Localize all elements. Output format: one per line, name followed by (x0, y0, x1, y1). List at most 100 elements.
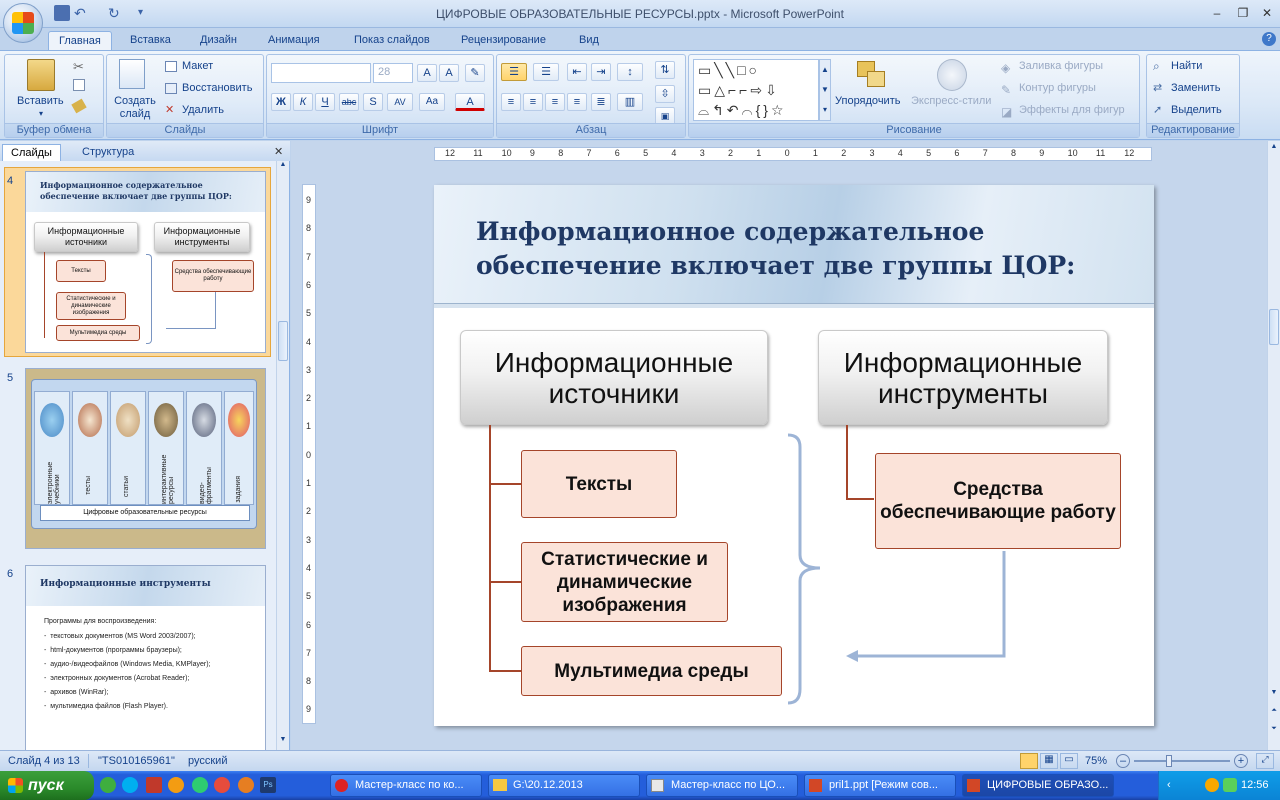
format-painter-icon[interactable] (71, 98, 87, 114)
skype-icon[interactable] (122, 777, 138, 793)
tab-insert[interactable]: Вставка (120, 31, 181, 50)
normal-view-icon[interactable] (1020, 753, 1038, 769)
right-header-box[interactable]: Информационные инструменты (818, 330, 1108, 425)
delete-button[interactable]: Удалить (182, 104, 224, 116)
arrange-button[interactable]: Упорядочить (835, 95, 900, 107)
decrease-indent-icon[interactable]: ⇤ (567, 63, 587, 81)
clock[interactable]: 12:56 (1241, 779, 1269, 791)
tab-slides-panel[interactable]: Слайды (2, 144, 61, 161)
help-icon[interactable]: ? (1262, 32, 1276, 46)
item-multimedia[interactable]: Мультимедиа среды (521, 646, 782, 696)
prev-slide-icon[interactable]: ⏶ (1269, 707, 1279, 715)
paste-icon[interactable] (27, 59, 55, 91)
increase-indent-icon[interactable]: ⇥ (591, 63, 611, 81)
tray-app-icon[interactable] (1205, 778, 1219, 792)
tab-slideshow[interactable]: Показ слайдов (344, 31, 440, 50)
tab-animation[interactable]: Анимация (258, 31, 330, 50)
numbering-icon[interactable]: ☰ (533, 63, 559, 81)
shapes-more-icon[interactable]: ▲ ▼ ▾ (819, 59, 831, 121)
shapes-gallery[interactable]: ▭╲╲□○ ▭△⌐⌐⇨⇩ ⌓↰↶⌒{}☆ (693, 59, 819, 121)
text-direction-icon[interactable]: ⇅ (655, 61, 675, 79)
copy-icon[interactable] (73, 79, 85, 91)
slide-thumbnail-6[interactable]: Информационные инструменты Программы для… (25, 565, 266, 750)
zoom-slider-thumb[interactable] (1166, 755, 1172, 767)
font-name-input[interactable] (271, 63, 371, 83)
grow-font-icon[interactable]: A (417, 64, 437, 82)
tab-view[interactable]: Вид (569, 31, 609, 50)
char-spacing-icon[interactable]: AV (387, 93, 413, 111)
columns-icon[interactable]: ▥ (617, 93, 643, 111)
line-spacing-icon[interactable]: ↕ (617, 63, 643, 81)
zoom-slider[interactable] (1134, 760, 1230, 762)
clear-format-icon[interactable]: ✎ (465, 64, 485, 82)
tab-design[interactable]: Дизайн (190, 31, 247, 50)
bold-icon[interactable]: Ж (271, 93, 291, 111)
quick-styles-button[interactable]: Экспресс-стили (911, 95, 991, 107)
left-header-box[interactable]: Информационные источники (460, 330, 768, 425)
thumbnails-scrollbar[interactable]: ▲ ▼ (276, 161, 289, 751)
app-icon[interactable] (192, 777, 208, 793)
replace-button[interactable]: Заменить (1171, 82, 1220, 94)
shape-outline-button[interactable]: Контур фигуры (1019, 82, 1096, 94)
quicklaunch-icon[interactable] (100, 777, 116, 793)
tray-expand-icon[interactable]: ‹ (1167, 779, 1171, 791)
italic-icon[interactable]: К (293, 93, 313, 111)
scroll-up-icon[interactable]: ▲ (278, 161, 288, 173)
next-slide-icon[interactable]: ⏷ (1269, 725, 1279, 733)
strikethrough-icon[interactable]: abc (339, 93, 359, 111)
office-button[interactable] (3, 3, 43, 43)
language[interactable]: русский (188, 755, 227, 767)
new-slide-icon[interactable] (119, 59, 145, 89)
new-slide-button[interactable]: Создать слайд (113, 95, 157, 121)
align-center-icon[interactable]: ≡ (523, 93, 543, 111)
tab-outline-panel[interactable]: Структура (74, 144, 142, 161)
scroll-down-icon[interactable]: ▼ (278, 736, 288, 748)
tab-home[interactable]: Главная (48, 31, 112, 50)
sorter-view-icon[interactable]: ▦ (1040, 753, 1058, 769)
panel-close-icon[interactable]: ✕ (274, 145, 283, 158)
minimize-icon[interactable]: – (1206, 4, 1228, 22)
zoom-in-icon[interactable]: + (1234, 754, 1248, 768)
shape-effects-button[interactable]: Эффекты для фигур (1019, 104, 1125, 116)
align-right-icon[interactable]: ≡ (545, 93, 565, 111)
scroll-thumb[interactable] (278, 321, 288, 361)
photoshop-icon[interactable]: Ps (260, 777, 276, 793)
taskbar-item[interactable]: Мастер-класс по ЦО... (646, 774, 798, 797)
taskbar-item[interactable]: pril1.ppt [Режим сов... (804, 774, 956, 797)
save-app-icon[interactable] (146, 777, 162, 793)
theme-name[interactable]: "TS010165961" (98, 755, 175, 767)
slide-thumbnail-4[interactable]: Информационное содержательное обеспечени… (25, 171, 266, 353)
scroll-down-icon[interactable]: ▼ (1269, 689, 1279, 696)
start-button[interactable]: пуск (0, 771, 94, 800)
tab-review[interactable]: Рецензирование (451, 31, 556, 50)
item-images[interactable]: Статистические и динамические изображени… (521, 542, 728, 622)
opera-icon[interactable] (214, 777, 230, 793)
layout-button[interactable]: Макет (182, 60, 213, 72)
zoom-level[interactable]: 75% (1085, 755, 1107, 767)
taskbar-item[interactable]: G:\20.12.2013 (488, 774, 640, 797)
item-texts[interactable]: Тексты (521, 450, 677, 518)
bullets-icon[interactable]: ☰ (501, 63, 527, 81)
shrink-font-icon[interactable]: A (439, 64, 459, 82)
scroll-thumb[interactable] (1269, 309, 1279, 345)
scroll-up-icon[interactable]: ▲ (1269, 143, 1279, 150)
paste-button[interactable]: Вставить (17, 95, 64, 107)
close-icon[interactable]: ✕ (1256, 4, 1278, 22)
font-color-icon[interactable]: A (455, 93, 485, 111)
slideshow-view-icon[interactable]: ▭ (1060, 753, 1078, 769)
align-left-icon[interactable]: ≡ (501, 93, 521, 111)
tray-network-icon[interactable] (1223, 778, 1237, 792)
select-button[interactable]: Выделить (1171, 104, 1222, 116)
distributed-icon[interactable]: ≣ (591, 93, 611, 111)
slide-title[interactable]: Информационное содержательное обеспечени… (476, 215, 1136, 283)
shape-fill-button[interactable]: Заливка фигуры (1019, 60, 1103, 72)
align-text-icon[interactable]: ⇳ (655, 85, 675, 103)
firefox-icon[interactable] (238, 777, 254, 793)
reset-button[interactable]: Восстановить (182, 82, 252, 94)
font-size-input[interactable]: 28 (373, 63, 413, 83)
taskbar-item[interactable]: Мастер-класс по ко... (330, 774, 482, 797)
slide[interactable]: Информационное содержательное обеспечени… (434, 185, 1154, 726)
slide-thumbnail-5[interactable]: электронные учебники тесты статьи интера… (25, 368, 266, 549)
restore-icon[interactable]: ❐ (1232, 4, 1254, 22)
find-button[interactable]: Найти (1171, 60, 1202, 72)
